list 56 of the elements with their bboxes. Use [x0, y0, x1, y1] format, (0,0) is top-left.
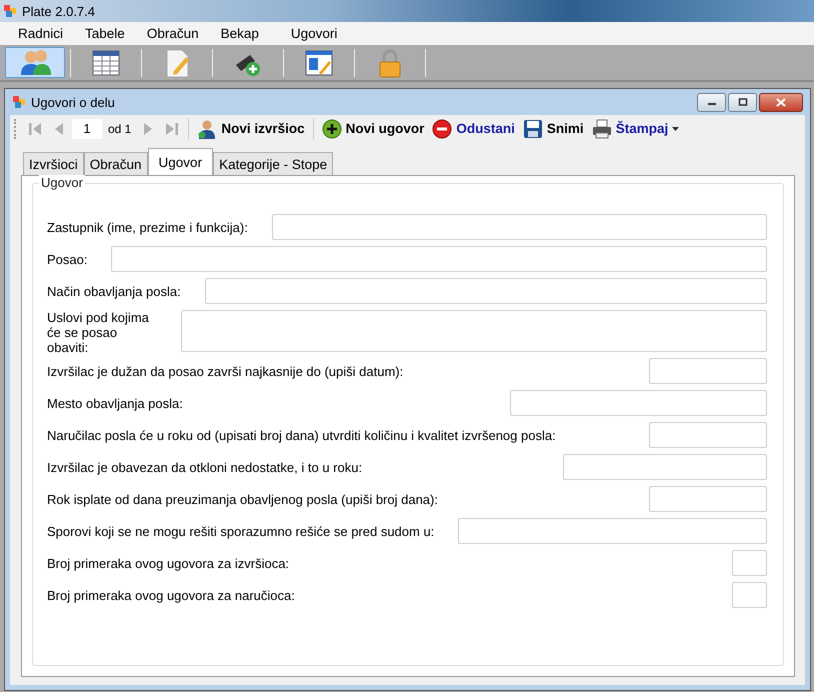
field-label: Način obavljanja posla: [47, 284, 181, 298]
toolbar-button[interactable] [5, 47, 65, 78]
field-label: Uslovi pod kojima će se posao obaviti: [47, 310, 150, 355]
group-title: Ugovor [39, 175, 85, 190]
minus-icon [432, 118, 452, 138]
maximize-button[interactable] [728, 92, 757, 112]
input-field[interactable] [732, 550, 767, 576]
input-field[interactable] [510, 390, 767, 416]
toolbar-button[interactable]: Snimi [520, 118, 587, 138]
app-icon [12, 95, 26, 109]
menu-item[interactable]: Bekap [212, 26, 268, 41]
input-field[interactable] [649, 358, 767, 384]
app-icon [3, 4, 17, 18]
field-label: Rok isplate od dana preuzimanja obavljenog posla (upiši broj dana): [47, 492, 438, 506]
input-field[interactable] [272, 214, 767, 240]
tab[interactable]: Ugovor [148, 148, 214, 175]
field-label: Izvršilac je dužan da posao završi najkasnije do (upiši datum): [47, 364, 404, 378]
field-label: Mesto obavljanja posla: [47, 396, 183, 410]
field-label: Broj primeraka ovog ugovora za naručioca: [47, 588, 295, 602]
toolbar-button[interactable]: Novi ugovor [318, 118, 428, 138]
text-area[interactable] [181, 310, 767, 352]
plus-icon [322, 118, 342, 138]
maximize-icon [738, 98, 748, 106]
menu-item[interactable]: Tabele [76, 26, 134, 41]
tab[interactable]: Kategorije - Stope [213, 152, 334, 175]
toolbar-button[interactable]: Štampaj [588, 118, 682, 138]
field-label: Zastupnik (ime, prezime i funkcija): [47, 220, 248, 234]
tab[interactable]: Izvršioci [23, 152, 84, 175]
input-field[interactable] [649, 422, 767, 448]
field-label: Naručilac posla će u roku od (upisati broj dana) utvrditi količinu i kvalitet izvršenog posla: [47, 428, 556, 442]
close-button[interactable] [759, 92, 803, 112]
menu-item[interactable]: Radnici [9, 26, 72, 41]
toolbar-button[interactable]: Novi izvršioc [194, 118, 308, 138]
field-label: Posao: [47, 252, 88, 266]
menu-item[interactable]: Obračun [138, 26, 208, 41]
page-count: od 1 [107, 122, 132, 136]
close-icon [776, 98, 786, 106]
window-title: Ugovori o delu [31, 94, 115, 110]
printer-icon [592, 118, 612, 138]
window-title: Plate 2.0.7.4 [22, 4, 95, 18]
field-label: Broj primeraka ovog ugovora za izvršioca: [47, 556, 290, 570]
input-field[interactable] [111, 246, 767, 272]
input-field[interactable] [204, 278, 767, 304]
field-label: Sporovi koji se ne mogu rešiti sporazumno rešiće se pred sudom u: [47, 524, 434, 538]
input-field[interactable] [732, 582, 767, 608]
person-icon [197, 118, 218, 138]
toolbar-button[interactable]: Odustani [429, 118, 518, 138]
first-icon [28, 120, 42, 136]
menu-item[interactable]: Ugovori [282, 26, 346, 41]
input-field[interactable] [649, 486, 767, 512]
input-field[interactable] [458, 518, 767, 544]
field-label: Izvršilac je obavezan da otkloni nedostatke, i to u roku: [47, 460, 362, 474]
tab[interactable]: Obračun [84, 152, 148, 175]
last-icon [165, 120, 180, 136]
input-field[interactable] [563, 454, 767, 480]
minimize-button[interactable] [697, 92, 726, 112]
